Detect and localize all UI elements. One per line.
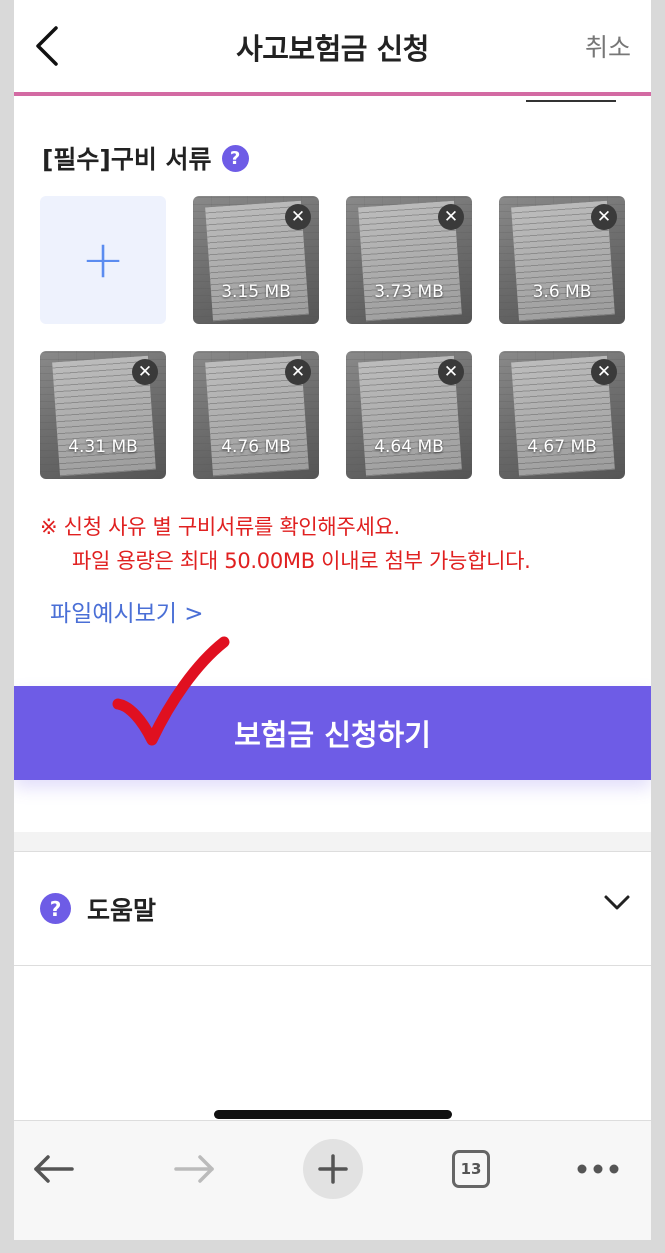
document-thumbnail[interactable]: ✕ 3.15 MB [193,196,319,324]
page-title: 사고보험금 신청 [236,32,429,66]
home-indicator [214,1110,452,1119]
header-divider [14,92,651,96]
file-size: 3.73 MB [374,282,444,302]
browser-forward-button[interactable] [164,1139,224,1199]
tab-count: 13 [452,1150,490,1188]
file-size: 4.31 MB [68,437,138,457]
remove-file-icon[interactable]: ✕ [438,359,464,385]
tab-indicator [526,100,616,102]
more-button[interactable] [568,1139,628,1199]
chevron-down-icon [604,895,630,910]
browser-back-button[interactable] [24,1139,84,1199]
document-thumbnail[interactable]: ✕ 4.67 MB [499,351,625,479]
tabs-button[interactable]: 13 [441,1139,501,1199]
file-size: 4.67 MB [527,437,597,457]
help-icon: ? [40,893,71,924]
plus-icon: + [81,230,125,290]
file-size: 4.76 MB [221,437,291,457]
file-size: 4.64 MB [374,437,444,457]
help-label: 도움말 [87,895,157,925]
section-divider [14,832,651,852]
more-dots-icon [577,1164,619,1174]
cancel-button[interactable]: 취소 [585,28,631,64]
submit-claim-button[interactable]: 보험금 신청하기 [14,686,651,780]
document-thumbnail[interactable]: ✕ 4.64 MB [346,351,472,479]
file-size: 3.6 MB [532,282,592,302]
remove-file-icon[interactable]: ✕ [438,204,464,230]
document-thumbnail[interactable]: ✕ 4.31 MB [40,351,166,479]
document-thumbnail[interactable]: ✕ 4.76 MB [193,351,319,479]
remove-file-icon[interactable]: ✕ [285,204,311,230]
file-preview-link[interactable]: 파일예시보기 > [50,594,204,628]
file-size: 3.15 MB [221,282,291,302]
plus-icon [318,1154,348,1184]
arrow-left-icon [34,1155,74,1183]
help-icon[interactable]: ? [221,144,249,172]
document-thumbnail[interactable]: ✕ 3.6 MB [499,196,625,324]
browser-toolbar: 13 [14,1120,651,1240]
add-document-button[interactable]: + [40,196,166,324]
remove-file-icon[interactable]: ✕ [591,359,617,385]
documents-section-label: [필수]구비 서류 ? [42,140,249,176]
help-accordion[interactable]: ? 도움말 [14,852,651,966]
remove-file-icon[interactable]: ✕ [285,359,311,385]
document-thumbnail[interactable]: ✕ 3.73 MB [346,196,472,324]
documents-label: [필수]구비 서류 [42,145,212,174]
remove-file-icon[interactable]: ✕ [591,204,617,230]
notice-line-1: ※ 신청 사유 별 구비서류를 확인해주세요. [40,515,400,539]
new-tab-button[interactable] [303,1139,363,1199]
notice-text: ※ 신청 사유 별 구비서류를 확인해주세요. 파일 용량은 최대 50.00M… [40,510,531,578]
arrow-right-icon [174,1155,214,1183]
remove-file-icon[interactable]: ✕ [132,359,158,385]
app-screen: 사고보험금 신청 취소 [필수]구비 서류 ? + ✕ 3.15 MB ✕ 3.… [14,0,651,1240]
notice-line-2: 파일 용량은 최대 50.00MB 이내로 첨부 가능합니다. [72,549,531,573]
header: 사고보험금 신청 취소 [14,0,651,92]
